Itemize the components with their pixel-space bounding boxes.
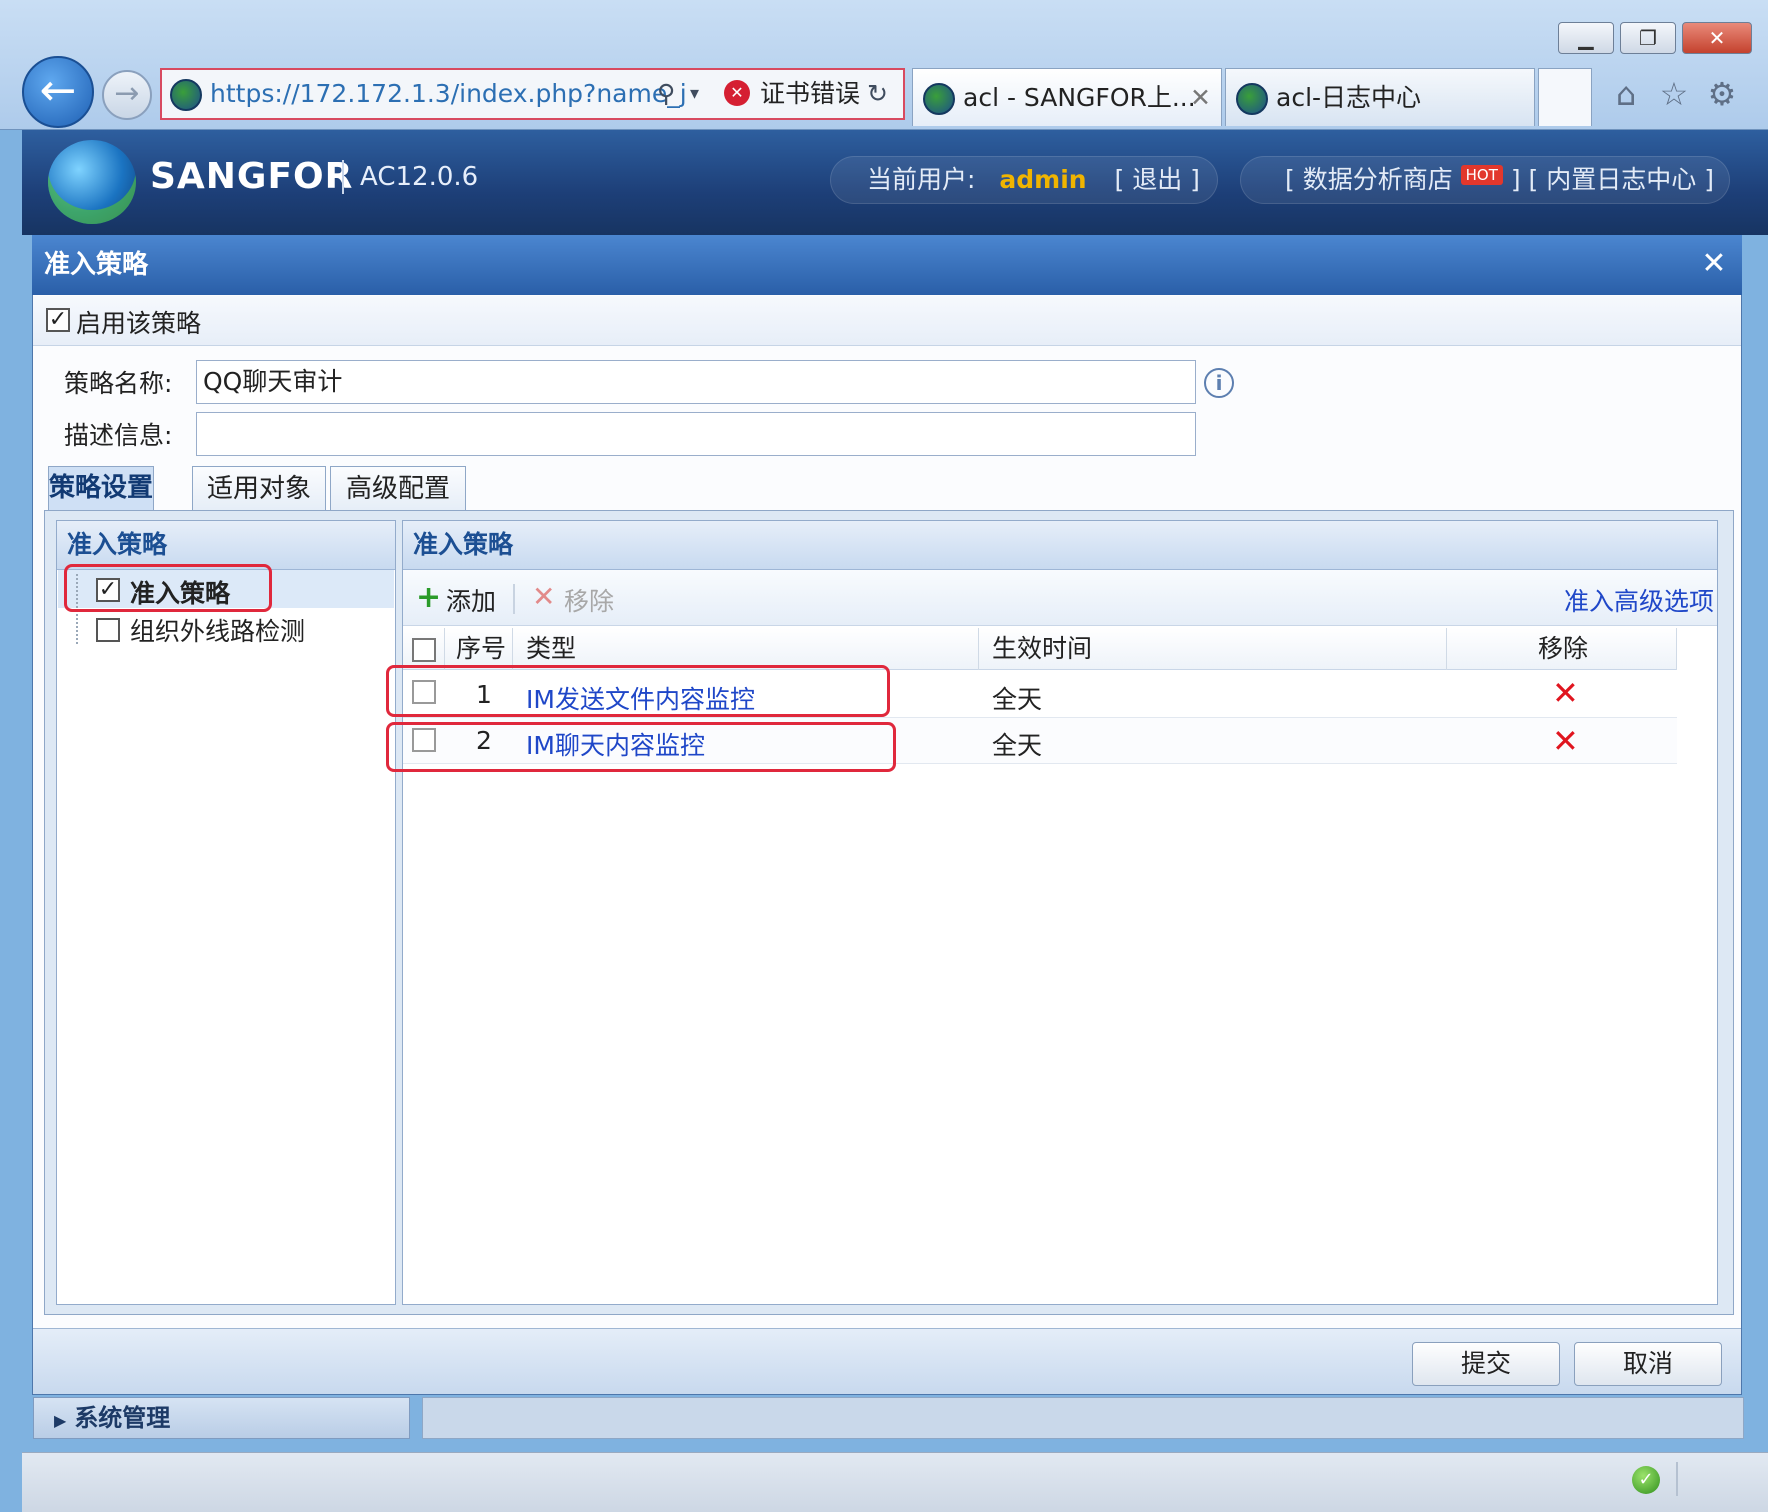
current-user-prefix: 当前用户: (867, 165, 976, 194)
home-icon[interactable]: ⌂ (1606, 74, 1646, 114)
col-sep (1676, 628, 1677, 670)
col-header-remove[interactable]: 移除 (1538, 628, 1588, 670)
minimize-button[interactable]: ▁ (1558, 22, 1614, 54)
tree-item-line-detect-label[interactable]: 组织外线路检测 (130, 612, 305, 648)
tab-favicon-icon (923, 83, 955, 115)
search-icon[interactable]: ⚲ (657, 70, 675, 118)
maximize-button[interactable]: ❐ (1620, 22, 1676, 54)
tab-acl-sangfor[interactable]: acl - SANGFOR上... ✕ (912, 68, 1222, 126)
username: admin (999, 165, 1087, 194)
row-effective-time: 全天 (992, 685, 1043, 714)
policy-name-label: 策略名称: (64, 369, 173, 398)
highlight-box-tree-item (64, 564, 272, 612)
address-bar[interactable]: https://172.172.1.3/index.php?name_j ⚲ ▾… (160, 68, 905, 120)
col-header-type[interactable]: 类型 (526, 628, 576, 670)
close-window-button[interactable]: ✕ (1682, 22, 1752, 54)
enable-policy-checkbox[interactable]: ✓ (46, 308, 70, 332)
col-header-index[interactable]: 序号 (456, 628, 506, 670)
tab-favicon-icon (1236, 83, 1268, 115)
header-links-bar: [ 数据分析商店 HOT ] [ 内置日志中心 ] (1240, 156, 1730, 204)
right-panel-title: 准入策略 (403, 521, 1717, 570)
add-icon[interactable]: + (416, 580, 441, 615)
status-bar (22, 1452, 1768, 1512)
col-sep (512, 628, 513, 670)
cancel-button[interactable]: 取消 (1574, 1342, 1722, 1386)
row-effective-time: 全天 (992, 731, 1043, 760)
version-label: AC12.0.6 (360, 162, 479, 192)
tree-item-line-detect-checkbox[interactable] (96, 618, 120, 642)
brand-name: SANGFOR (150, 156, 354, 197)
system-management-nav[interactable]: ▶ 系统管理 (33, 1397, 410, 1439)
remove-button[interactable]: 移除 (564, 582, 614, 618)
remove-icon[interactable]: ✕ (532, 580, 555, 613)
description-input[interactable] (196, 412, 1196, 456)
forward-icon[interactable]: → (102, 70, 152, 120)
favorites-star-icon[interactable]: ☆ (1654, 74, 1694, 114)
row-remove-icon[interactable]: ✕ (1552, 674, 1579, 712)
enable-policy-label: 启用该策略 (76, 309, 202, 338)
back-icon[interactable]: ← (22, 56, 94, 128)
data-store-link[interactable]: [ 数据分析商店 (1285, 165, 1453, 194)
cert-error-icon: ✕ (724, 80, 750, 106)
new-tab-button[interactable] (1538, 68, 1592, 126)
tab-close-icon[interactable]: ✕ (1190, 69, 1211, 126)
status-divider (1676, 1462, 1678, 1496)
select-all-checkbox[interactable] (412, 638, 436, 662)
log-center-link[interactable]: ] [ 内置日志中心 ] (1511, 165, 1714, 194)
site-favicon-icon (170, 79, 202, 111)
tab-label: acl - SANGFOR上... (963, 83, 1196, 112)
dialog-title: 准入策略 (32, 235, 1742, 295)
system-management-label: 系统管理 (74, 1404, 171, 1432)
status-ok-icon: ✓ (1632, 1466, 1660, 1494)
url-text[interactable]: https://172.172.1.3/index.php?name_j (210, 79, 687, 108)
tab-advanced-config[interactable]: 高级配置 (330, 466, 466, 512)
policy-name-input[interactable]: QQ聊天审计 (196, 360, 1196, 404)
highlight-box-row-2 (386, 722, 896, 772)
dialog-close-icon[interactable]: ✕ (1694, 242, 1734, 286)
refresh-icon[interactable]: ↻ (867, 70, 888, 118)
col-sep (444, 628, 445, 670)
tab-log-center[interactable]: acl-日志中心 (1225, 68, 1535, 126)
sangfor-logo-icon (48, 140, 136, 224)
col-header-effective-time[interactable]: 生效时间 (992, 628, 1092, 670)
enable-row (33, 296, 1741, 346)
expand-arrow-icon: ▶ (54, 1411, 67, 1430)
current-user-bar: 当前用户: admin [ 退出 ] (830, 156, 1218, 204)
col-sep (1446, 628, 1447, 670)
highlight-box-row-1 (386, 665, 890, 717)
cert-error-label[interactable]: 证书错误 (760, 70, 860, 118)
hot-badge: HOT (1460, 165, 1503, 185)
dropdown-icon[interactable]: ▾ (690, 70, 699, 118)
advanced-options-link[interactable]: 准入高级选项 (1564, 582, 1714, 618)
tab-policy-settings-label[interactable]: 策略设置 (48, 466, 154, 512)
toolbar-divider (513, 584, 515, 614)
bottom-strip (422, 1397, 1744, 1439)
row-remove-icon[interactable]: ✕ (1552, 722, 1579, 760)
description-label: 描述信息: (64, 421, 173, 450)
col-sep (978, 628, 979, 670)
tab-label: acl-日志中心 (1276, 83, 1422, 112)
logout-link[interactable]: [ 退出 ] (1115, 165, 1200, 194)
info-icon[interactable]: i (1204, 368, 1234, 398)
tab-applicable-objects[interactable]: 适用对象 (192, 466, 326, 512)
settings-gear-icon[interactable]: ⚙ (1702, 74, 1742, 114)
brand-divider (342, 160, 344, 194)
add-button[interactable]: 添加 (446, 582, 496, 618)
submit-button[interactable]: 提交 (1412, 1342, 1560, 1386)
left-panel-title: 准入策略 (57, 521, 395, 570)
